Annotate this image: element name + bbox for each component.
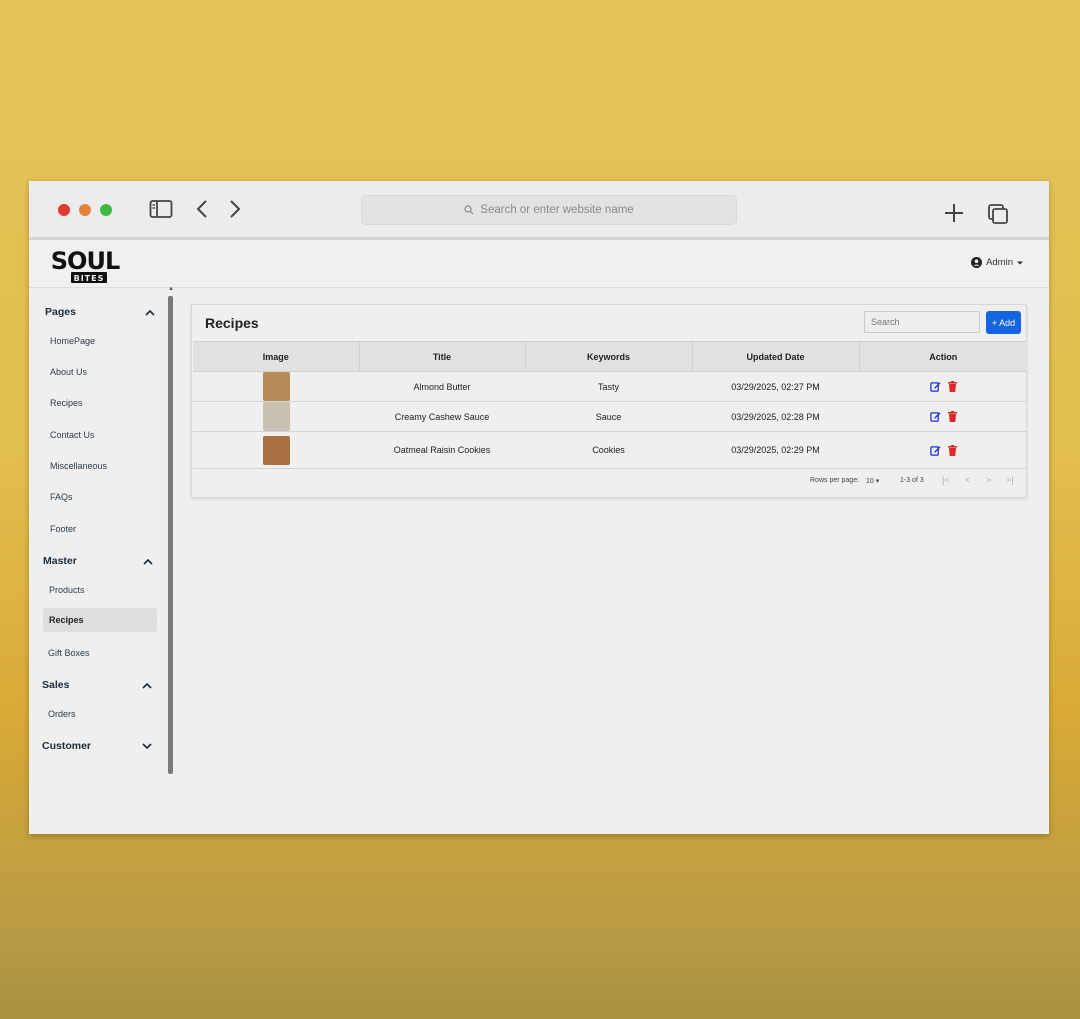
- maximize-window-button[interactable]: [100, 204, 112, 216]
- recipes-panel: Recipes + Add Image Title Keywords Updat…: [191, 304, 1027, 498]
- edit-icon[interactable]: [929, 411, 941, 422]
- next-page-icon[interactable]: >: [986, 475, 991, 485]
- section-title: Customer: [42, 740, 92, 752]
- sidebar-toggle-icon[interactable]: [149, 199, 173, 219]
- rows-per-page-select[interactable]: 10 ▾: [866, 477, 879, 485]
- new-tab-plus-icon[interactable]: [943, 202, 965, 224]
- column-header-action: Action: [859, 341, 1027, 372]
- section-title: Pages: [45, 306, 76, 318]
- search-icon: [464, 205, 474, 215]
- recipe-keywords: Tasty: [525, 371, 692, 402]
- sidebar-section-master[interactable]: Master: [43, 555, 153, 567]
- column-header-updated-date[interactable]: Updated Date: [692, 341, 860, 372]
- browser-toolbar: Search or enter website name: [29, 181, 1049, 240]
- table-header-row: Image Title Keywords Updated Date Action: [193, 341, 1027, 372]
- column-header-title[interactable]: Title: [359, 341, 526, 372]
- tab-overview-icon[interactable]: [986, 202, 1010, 226]
- recipe-title: Creamy Cashew Sauce: [359, 401, 525, 432]
- recipe-title: Almond Butter: [359, 371, 525, 402]
- delete-icon[interactable]: [947, 381, 957, 392]
- back-arrow-icon[interactable]: [195, 199, 209, 219]
- sidebar: Pages HomePage About Us Recipes Contact …: [29, 289, 175, 834]
- edit-icon[interactable]: [929, 381, 941, 392]
- recipe-thumbnail: [262, 372, 290, 401]
- search-input[interactable]: [864, 311, 980, 333]
- caret-down-icon: ▾: [875, 478, 880, 485]
- recipe-updated-date: 03/29/2025, 02:29 PM: [692, 431, 859, 469]
- column-header-image[interactable]: Image: [193, 341, 360, 372]
- sidebar-item-faqs[interactable]: FAQs: [50, 492, 73, 502]
- admin-label: Admin: [986, 257, 1013, 268]
- pagination: Rows per page: 10 ▾ 1-3 of 3 |< < > >|: [192, 475, 1026, 495]
- recipe-actions: [859, 431, 1027, 469]
- sidebar-item-contact-us[interactable]: Contact Us: [50, 430, 95, 440]
- sidebar-section-customer[interactable]: Customer: [42, 740, 152, 752]
- sidebar-section-pages[interactable]: Pages: [45, 306, 155, 318]
- sidebar-item-about-us[interactable]: About Us: [50, 367, 87, 377]
- rows-per-page-value: 10: [866, 478, 874, 485]
- recipes-table: Image Title Keywords Updated Date Action…: [193, 341, 1027, 469]
- forward-arrow-icon[interactable]: [228, 199, 242, 219]
- sidebar-item-homepage[interactable]: HomePage: [50, 336, 95, 346]
- scroll-up-arrow-icon[interactable]: ▲: [168, 286, 174, 292]
- table-row[interactable]: Almond Butter Tasty 03/29/2025, 02:27 PM: [193, 371, 1027, 402]
- sidebar-item-recipes-page[interactable]: Recipes: [50, 398, 83, 408]
- app-header: SOUL BITES Admin: [29, 243, 1049, 288]
- caret-down-icon: [1017, 261, 1023, 264]
- browser-window: Search or enter website name SOUL BITES …: [29, 181, 1049, 834]
- recipe-title: Oatmeal Raisin Cookies: [359, 431, 525, 469]
- chevron-up-icon: [143, 558, 153, 565]
- table-row[interactable]: Oatmeal Raisin Cookies Cookies 03/29/2025,…: [193, 431, 1027, 469]
- chevron-up-icon: [142, 682, 152, 689]
- svg-text:BITES: BITES: [74, 274, 105, 283]
- admin-menu[interactable]: Admin: [971, 257, 1023, 268]
- previous-page-icon[interactable]: <: [965, 475, 970, 485]
- recipe-keywords: Sauce: [525, 401, 692, 432]
- column-header-keywords[interactable]: Keywords: [525, 341, 693, 372]
- recipe-updated-date: 03/29/2025, 02:28 PM: [692, 401, 859, 432]
- delete-icon[interactable]: [947, 411, 957, 422]
- table-row[interactable]: Creamy Cashew Sauce Sauce 03/29/2025, 02:2…: [193, 401, 1027, 432]
- add-recipe-button[interactable]: + Add: [986, 311, 1021, 334]
- svg-text:SOUL: SOUL: [51, 247, 120, 275]
- page-range: 1-3 of 3: [900, 477, 924, 484]
- recipe-image-cell: [193, 431, 359, 469]
- recipe-actions: [859, 401, 1027, 432]
- sidebar-item-recipes-master[interactable]: Recipes: [43, 608, 157, 632]
- recipe-thumbnail: [262, 435, 290, 465]
- delete-icon[interactable]: [947, 444, 957, 456]
- address-placeholder: Search or enter website name: [480, 204, 634, 216]
- rows-per-page-label: Rows per page:: [810, 477, 860, 484]
- recipe-updated-date: 03/29/2025, 02:27 PM: [692, 371, 859, 402]
- sidebar-item-products[interactable]: Products: [49, 585, 85, 595]
- recipe-keywords: Cookies: [525, 431, 692, 469]
- soul-bites-logo[interactable]: SOUL BITES: [43, 245, 127, 285]
- last-page-icon[interactable]: >|: [1006, 475, 1014, 485]
- address-bar[interactable]: Search or enter website name: [361, 195, 737, 225]
- minimize-window-button[interactable]: [79, 204, 91, 216]
- close-window-button[interactable]: [58, 204, 70, 216]
- chevron-up-icon: [145, 309, 155, 316]
- user-avatar-icon: [971, 257, 983, 268]
- recipe-actions: [859, 371, 1027, 402]
- section-title: Master: [43, 555, 77, 567]
- edit-icon[interactable]: [929, 445, 941, 456]
- sidebar-item-miscellaneous[interactable]: Miscellaneous: [50, 461, 107, 471]
- sidebar-section-sales[interactable]: Sales: [42, 679, 152, 691]
- page-title: Recipes: [205, 315, 259, 331]
- recipe-image-cell: [193, 371, 359, 402]
- chevron-down-icon: [142, 742, 152, 749]
- recipe-thumbnail: [262, 402, 290, 431]
- sidebar-item-footer[interactable]: Footer: [50, 524, 76, 534]
- sidebar-item-gift-boxes[interactable]: Gift Boxes: [48, 648, 90, 658]
- sidebar-scrollbar[interactable]: [168, 296, 173, 774]
- first-page-icon[interactable]: |<: [942, 475, 950, 485]
- recipe-image-cell: [193, 401, 359, 432]
- sidebar-item-orders[interactable]: Orders: [48, 709, 76, 719]
- section-title: Sales: [42, 679, 70, 691]
